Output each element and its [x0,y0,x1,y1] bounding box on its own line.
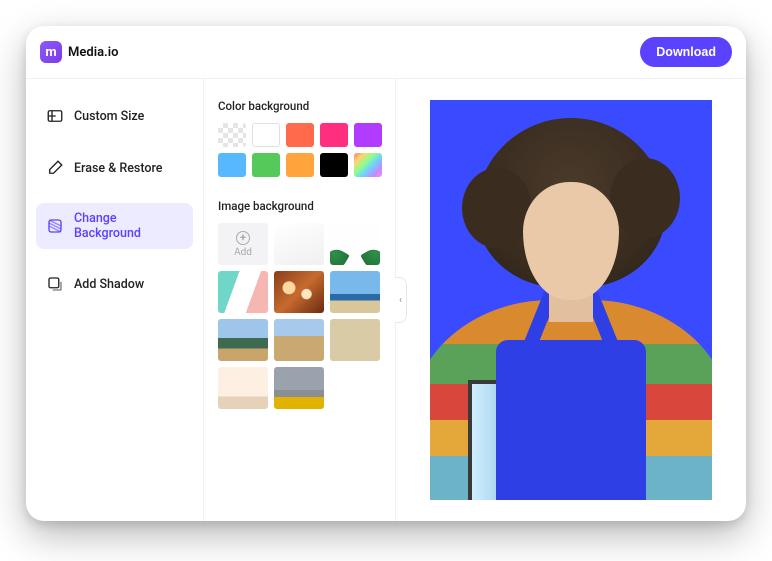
brand: Media.io [40,41,118,63]
color-swatch[interactable] [354,153,382,177]
app-card: Media.io Download Custom Size [26,26,746,521]
sidebar-item-erase-restore[interactable]: Erase & Restore [36,151,193,185]
color-swatch[interactable] [286,153,314,177]
image-background-thumb[interactable] [218,271,268,313]
sidebar-item-label: Add Shadow [74,277,144,292]
image-section-title: Image background [218,199,381,213]
sidebar: Custom Size Erase & Restore [26,79,204,521]
shadow-icon [46,275,64,293]
color-swatch[interactable] [218,123,246,147]
color-swatch[interactable] [252,153,280,177]
options-panel: Color background Image background + Add [204,79,396,521]
image-background-thumb[interactable] [274,223,324,265]
add-image-button[interactable]: + Add [218,223,268,265]
color-swatch[interactable] [320,153,348,177]
image-background-thumb[interactable] [330,223,380,265]
image-background-thumb[interactable] [330,319,380,361]
color-swatch[interactable] [218,153,246,177]
image-background-thumb[interactable] [274,319,324,361]
sidebar-item-label: Change Background [74,211,183,241]
plus-icon: + [236,231,250,245]
panel-collapse-handle[interactable]: ‹ [395,277,407,323]
download-button[interactable]: Download [640,37,732,67]
sidebar-item-custom-size[interactable]: Custom Size [36,99,193,133]
app-header: Media.io Download [26,26,746,78]
sidebar-item-change-background[interactable]: Change Background [36,203,193,249]
color-swatch-grid [218,123,381,177]
color-swatch[interactable] [286,123,314,147]
brand-logo-icon [40,41,62,63]
add-image-label: Add [234,247,252,258]
color-swatch[interactable] [320,123,348,147]
image-background-thumb[interactable] [218,367,268,409]
image-background-thumb[interactable] [218,319,268,361]
chevron-left-icon: ‹ [399,295,402,306]
sidebar-item-label: Custom Size [74,109,144,124]
eraser-icon [46,159,64,177]
color-swatch[interactable] [252,123,280,147]
preview-area: ‹ [396,79,746,521]
background-icon [46,217,64,235]
subject-apron [496,340,646,500]
image-background-thumb[interactable] [274,367,324,409]
sidebar-item-label: Erase & Restore [74,161,162,176]
color-section-title: Color background [218,99,381,113]
sidebar-item-add-shadow[interactable]: Add Shadow [36,267,193,301]
brand-name: Media.io [68,45,118,60]
image-background-thumb[interactable] [274,271,324,313]
color-swatch[interactable] [354,123,382,147]
app-body: Custom Size Erase & Restore [26,78,746,521]
crop-icon [46,107,64,125]
preview-canvas[interactable] [430,100,712,500]
image-thumb-grid: + Add [218,223,381,409]
image-background-thumb[interactable] [330,271,380,313]
